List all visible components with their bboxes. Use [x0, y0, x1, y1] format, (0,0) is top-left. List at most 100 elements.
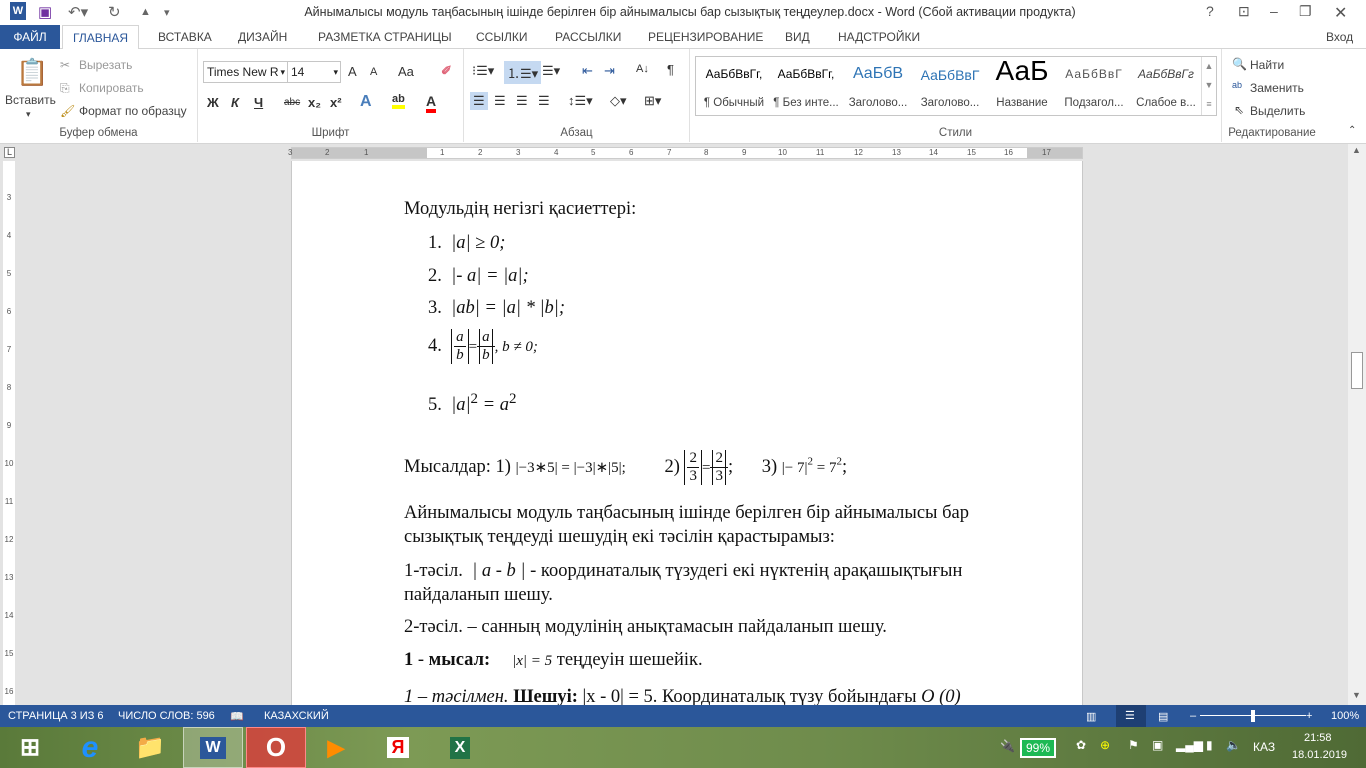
- tab-insert[interactable]: ВСТАВКА: [148, 25, 222, 49]
- tray-app2-icon[interactable]: ⊕: [1100, 738, 1110, 752]
- scroll-down-icon[interactable]: ▼: [1352, 690, 1361, 700]
- change-case-button[interactable]: Aa: [398, 64, 414, 79]
- collapse-ribbon-icon[interactable]: ⌃: [1348, 125, 1356, 136]
- sign-in-link[interactable]: Вход: [1326, 25, 1353, 49]
- print-layout-button[interactable]: ☰: [1116, 705, 1146, 727]
- bullets-icon[interactable]: ⁝☰▾: [472, 63, 494, 79]
- shading-icon[interactable]: ◇▾: [610, 93, 627, 109]
- numbering-icon[interactable]: ⒈☰▾: [504, 61, 542, 84]
- taskbar-opera[interactable]: O: [246, 727, 306, 768]
- help-button[interactable]: ?: [1206, 3, 1214, 19]
- sort-icon[interactable]: A↓: [636, 63, 649, 75]
- paste-dropdown-icon[interactable]: ▾: [26, 109, 31, 120]
- align-left-icon[interactable]: ☰: [470, 92, 488, 110]
- borders-icon[interactable]: ⊞▾: [644, 93, 661, 109]
- italic-button[interactable]: К: [231, 95, 239, 110]
- subscript-button[interactable]: x₂: [308, 95, 321, 110]
- customize-qat-icon[interactable]: ▾: [164, 6, 170, 19]
- justify-icon[interactable]: ☰: [538, 93, 550, 109]
- tab-mailings[interactable]: РАССЫЛКИ: [545, 25, 631, 49]
- text-effects-icon[interactable]: A: [360, 93, 372, 111]
- tab-references[interactable]: ССЫЛКИ: [466, 25, 537, 49]
- format-painter-button[interactable]: Формат по образцу: [79, 104, 187, 118]
- scrollbar-thumb[interactable]: [1351, 352, 1363, 389]
- paste-icon[interactable]: 📋: [16, 57, 48, 88]
- font-name-select[interactable]: Times New R ▾: [203, 61, 288, 83]
- bold-button[interactable]: Ж: [207, 95, 219, 110]
- proofing-icon[interactable]: 📖: [230, 710, 244, 723]
- battery-indicator[interactable]: 99%: [1020, 738, 1057, 758]
- touch-mode-icon[interactable]: ▲: [140, 6, 151, 18]
- save-icon[interactable]: ▣: [38, 3, 52, 21]
- tray-app-icon[interactable]: ✿: [1076, 738, 1086, 752]
- cut-button[interactable]: Вырезать: [79, 58, 132, 72]
- taskbar-media-player[interactable]: ▶: [306, 727, 366, 768]
- style-title[interactable]: АаБ Название: [986, 55, 1058, 115]
- font-color-icon[interactable]: A: [426, 93, 437, 113]
- word-count[interactable]: ЧИСЛО СЛОВ: 596: [118, 710, 215, 722]
- decrease-indent-icon[interactable]: ⇤: [582, 63, 593, 79]
- language-indicator[interactable]: КАЗАХСКИЙ: [264, 710, 329, 722]
- tab-design[interactable]: ДИЗАЙН: [228, 25, 297, 49]
- superscript-button[interactable]: x²: [330, 95, 342, 110]
- battery-icon[interactable]: ▮: [1206, 738, 1213, 752]
- volume-icon[interactable]: 🔈: [1226, 738, 1241, 752]
- style-no-spacing[interactable]: АаБбВвГг, ¶ Без инте...: [770, 57, 842, 115]
- shrink-font-button[interactable]: A: [370, 66, 377, 78]
- close-button[interactable]: ✕: [1334, 3, 1347, 23]
- redo-icon[interactable]: ↻: [108, 3, 121, 21]
- zoom-in-button[interactable]: +: [1306, 710, 1312, 722]
- multilevel-list-icon[interactable]: ☰▾: [542, 63, 560, 79]
- start-button[interactable]: ⊞: [0, 727, 60, 768]
- style-heading-2[interactable]: АаБбВвГ Заголово...: [914, 57, 986, 115]
- style-normal[interactable]: АаБбВвГг, ¶ Обычный: [698, 57, 770, 115]
- font-size-select[interactable]: 14 ▾: [287, 61, 341, 83]
- find-button[interactable]: Найти: [1250, 58, 1284, 72]
- grow-font-button[interactable]: A: [348, 64, 357, 79]
- style-subtitle[interactable]: АаБбВвГ Подзагол...: [1058, 57, 1130, 115]
- clock-time[interactable]: 21:58: [1304, 732, 1332, 744]
- zoom-level[interactable]: 100%: [1331, 710, 1359, 722]
- strikethrough-button[interactable]: abc: [284, 97, 300, 108]
- action-center-icon[interactable]: ⚑: [1128, 738, 1139, 752]
- style-heading-1[interactable]: АаБбВ Заголово...: [842, 57, 914, 115]
- power-icon[interactable]: 🔌: [1000, 739, 1015, 753]
- signal-icon[interactable]: ▂▄▆: [1176, 738, 1203, 752]
- scroll-up-icon[interactable]: ▲: [1352, 145, 1361, 155]
- styles-scroll[interactable]: ▲ ▼ ≡: [1201, 57, 1216, 115]
- clock-date[interactable]: 18.01.2019: [1292, 749, 1347, 761]
- taskbar-ie[interactable]: e: [60, 727, 120, 768]
- line-spacing-icon[interactable]: ↕☰▾: [568, 93, 593, 109]
- clear-formatting-icon[interactable]: ✐: [441, 63, 452, 79]
- zoom-out-button[interactable]: –: [1190, 710, 1196, 722]
- tab-view[interactable]: ВИД: [775, 25, 820, 49]
- replace-button[interactable]: Заменить: [1250, 81, 1304, 95]
- vertical-scrollbar[interactable]: ▲ ▼: [1348, 144, 1366, 705]
- ribbon-display-options-icon[interactable]: ⊡: [1238, 3, 1250, 20]
- tab-addins[interactable]: НАДСТРОЙКИ: [828, 25, 930, 49]
- input-language[interactable]: КАЗ: [1253, 740, 1275, 754]
- taskbar-word[interactable]: W: [183, 727, 243, 768]
- web-layout-icon[interactable]: ▤: [1158, 710, 1168, 723]
- paste-button[interactable]: Вставить: [5, 93, 56, 107]
- tab-layout[interactable]: РАЗМЕТКА СТРАНИЦЫ: [308, 25, 462, 49]
- tab-home[interactable]: ГЛАВНАЯ: [62, 25, 140, 50]
- increase-indent-icon[interactable]: ⇥: [604, 63, 615, 79]
- read-mode-icon[interactable]: ▥: [1086, 710, 1096, 723]
- show-marks-button[interactable]: ¶: [667, 62, 674, 77]
- minimize-button[interactable]: –: [1270, 3, 1278, 19]
- align-center-icon[interactable]: ☰: [494, 93, 506, 109]
- align-right-icon[interactable]: ☰: [516, 93, 528, 109]
- taskbar-yandex[interactable]: Я: [368, 727, 428, 768]
- copy-button[interactable]: Копировать: [79, 81, 144, 95]
- highlight-icon[interactable]: ab: [392, 93, 405, 109]
- zoom-slider-thumb[interactable]: [1251, 710, 1255, 722]
- page-count[interactable]: СТРАНИЦА 3 ИЗ 6: [8, 710, 104, 722]
- restore-button[interactable]: ❐: [1299, 3, 1312, 20]
- undo-icon[interactable]: ↶▾: [68, 3, 88, 21]
- network-device-icon[interactable]: ▣: [1152, 738, 1163, 752]
- tab-selector-icon[interactable]: L: [4, 147, 15, 158]
- underline-button[interactable]: Ч: [254, 95, 263, 110]
- style-subtle-emphasis[interactable]: АаБбВвГг Слабое в...: [1130, 57, 1202, 115]
- tab-review[interactable]: РЕЦЕНЗИРОВАНИЕ: [638, 25, 773, 49]
